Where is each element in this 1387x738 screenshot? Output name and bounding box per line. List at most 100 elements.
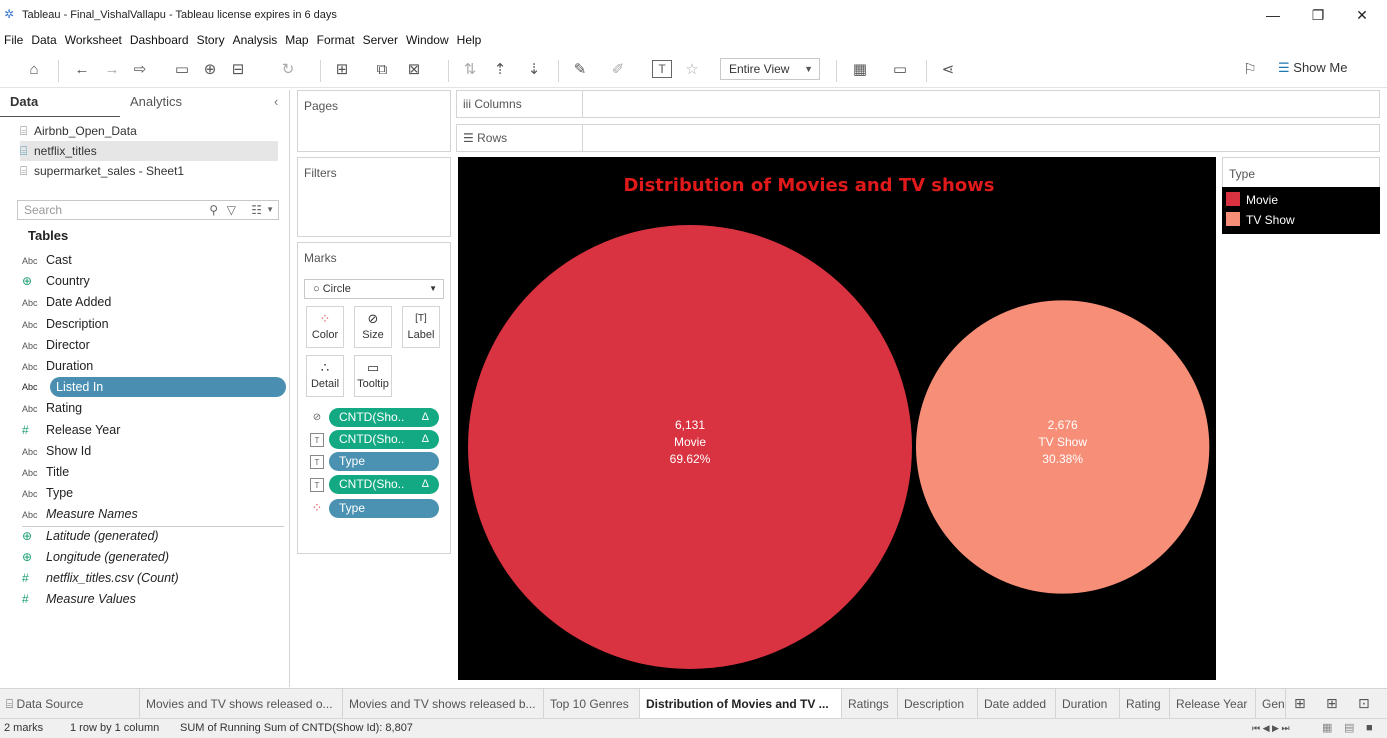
menu-analysis[interactable]: Analysis xyxy=(229,30,282,50)
menu-map[interactable]: Map xyxy=(281,30,312,50)
pin-icon[interactable]: ☆ xyxy=(682,60,702,80)
tab-sheet[interactable]: Duration xyxy=(1056,689,1120,719)
sort-ascending-icon[interactable]: ⇡ xyxy=(490,60,510,80)
viz-canvas[interactable]: Distribution of Movies and TV shows 6,13… xyxy=(458,157,1216,680)
menu-data[interactable]: Data xyxy=(27,30,60,50)
field-item-selected[interactable]: Listed In xyxy=(50,377,286,398)
field-item[interactable]: Abc Measure Names xyxy=(22,504,138,524)
menu-format[interactable]: Format xyxy=(313,30,359,50)
tooltip-button[interactable]: ▭ Tooltip xyxy=(354,355,392,397)
tab-sheet[interactable]: Date added xyxy=(978,689,1056,719)
new-worksheet-icon[interactable]: ⊞ xyxy=(1294,695,1306,712)
refresh-icon[interactable]: ↻ xyxy=(278,60,298,80)
tab-analytics[interactable]: Analytics xyxy=(130,94,182,109)
columns-drop-zone[interactable] xyxy=(582,91,1379,117)
size-button[interactable]: ⊘ Size xyxy=(354,306,392,348)
mark-type-dropdown[interactable]: ○ Circle ▼ xyxy=(304,279,444,299)
field-item[interactable]: Abc Title xyxy=(22,462,69,482)
fit-dropdown[interactable]: Entire View ▼ xyxy=(720,58,820,80)
show-filmstrip-icon[interactable]: ▤ xyxy=(1344,719,1354,738)
rows-shelf[interactable]: ☰ Rows xyxy=(456,124,1380,152)
pause-updates-icon[interactable]: ⊟ xyxy=(228,60,248,80)
swap-icon[interactable]: ⇅ xyxy=(460,60,480,80)
field-item[interactable]: ⊕ Longitude (generated) xyxy=(22,547,169,567)
menu-server[interactable]: Server xyxy=(359,30,402,50)
share-icon[interactable]: ⋖ xyxy=(938,60,958,80)
back-icon[interactable]: ← xyxy=(72,60,92,80)
show-me-button[interactable]: ☰ Show Me xyxy=(1278,60,1347,76)
menu-dashboard[interactable]: Dashboard xyxy=(126,30,193,50)
pill-label-cntd[interactable]: CNTD(Sho.. Δ xyxy=(329,430,439,449)
field-item[interactable]: # Release Year xyxy=(22,420,120,440)
minimize-button[interactable]: — xyxy=(1253,4,1293,26)
sort-descending-icon[interactable]: ⇣ xyxy=(524,60,544,80)
search-icon[interactable]: ⚲ xyxy=(209,201,218,219)
new-worksheet-icon[interactable]: ⊞ xyxy=(332,60,352,80)
color-button[interactable]: ⁘ Color xyxy=(306,306,344,348)
field-item[interactable]: Abc Type xyxy=(22,483,73,503)
close-button[interactable]: ✕ xyxy=(1342,4,1382,26)
field-item[interactable]: # Measure Values xyxy=(22,589,136,609)
datasource-item[interactable]: ⌸ Airbnb_Open_Data xyxy=(20,121,137,141)
show-labels-icon[interactable]: T xyxy=(652,60,672,78)
label-button[interactable]: [T] Label xyxy=(402,306,440,348)
show-tabs-icon[interactable]: ■ xyxy=(1366,719,1373,738)
tab-sheet[interactable]: Rating xyxy=(1120,689,1170,719)
menu-story[interactable]: Story xyxy=(193,30,229,50)
pill-color-type[interactable]: Type xyxy=(329,499,439,518)
duplicate-sheet-icon[interactable]: ⧉ xyxy=(372,60,392,80)
clear-sheet-icon[interactable]: ⊠ xyxy=(404,60,424,80)
home-icon[interactable]: ⌂ xyxy=(24,60,44,80)
field-item[interactable]: Abc Date Added xyxy=(22,292,111,312)
field-item[interactable]: # netflix_titles.csv (Count) xyxy=(22,568,179,588)
tab-sheet[interactable]: Movies and TV shows released b... xyxy=(343,689,544,719)
tab-sheet[interactable]: Description xyxy=(898,689,978,719)
restore-button[interactable]: ❐ xyxy=(1298,4,1338,26)
new-dashboard-icon[interactable]: ⊞ xyxy=(1326,695,1338,712)
chevron-down-icon[interactable]: ▼ xyxy=(266,201,274,219)
pages-card[interactable]: Pages xyxy=(297,90,451,152)
field-item[interactable]: ⊕ Country xyxy=(22,271,90,291)
view-options-icon[interactable]: ☷ xyxy=(251,201,262,219)
new-datasource-icon[interactable]: ▭ xyxy=(172,60,192,80)
legend-item-tvshow[interactable]: TV Show xyxy=(1226,211,1295,229)
field-item[interactable]: ⊕ Latitude (generated) xyxy=(22,526,159,546)
presentation-icon[interactable]: ▭ xyxy=(890,60,910,80)
collapse-pane-icon[interactable]: ‹ xyxy=(274,94,278,109)
add-datasource-icon[interactable]: ⊕ xyxy=(200,60,220,80)
field-item[interactable]: Abc Show Id xyxy=(22,441,91,461)
pill-label-type[interactable]: Type xyxy=(329,452,439,471)
datasource-item[interactable]: ⌸ supermarket_sales - Sheet1 xyxy=(20,161,184,181)
menu-worksheet[interactable]: Worksheet xyxy=(61,30,126,50)
show-sheet-sorter-icon[interactable]: ▦ xyxy=(1322,719,1332,738)
tab-sheet[interactable]: Gen xyxy=(1256,689,1286,719)
filters-card[interactable]: Filters xyxy=(297,157,451,237)
filter-icon[interactable]: ▽ xyxy=(227,201,236,219)
sheet-nav-icons[interactable]: ⏮ ◀ ▶ ⏭ xyxy=(1252,719,1290,738)
tab-sheet[interactable]: Movies and TV shows released o... xyxy=(140,689,343,719)
field-item[interactable]: Abc Cast xyxy=(22,250,72,270)
tab-sheet[interactable]: Ratings xyxy=(842,689,898,719)
tab-data-source[interactable]: ⌸ Data Source xyxy=(0,689,140,719)
signpost-icon[interactable]: ⚐ xyxy=(1240,60,1260,80)
menu-file[interactable]: File xyxy=(0,30,27,50)
pill-size-cntd[interactable]: CNTD(Sho.. Δ xyxy=(329,408,439,427)
cards-icon[interactable]: ▦ xyxy=(850,60,870,80)
legend-item-movie[interactable]: Movie xyxy=(1226,191,1278,209)
tab-sheet[interactable]: Top 10 Genres xyxy=(544,689,640,719)
rows-drop-zone[interactable] xyxy=(582,125,1379,151)
tab-sheet[interactable]: Release Year xyxy=(1170,689,1256,719)
columns-shelf[interactable]: iii Columns xyxy=(456,90,1380,118)
tab-data[interactable]: Data xyxy=(10,94,38,109)
search-input[interactable]: Search ⚲ ▽ ☷ ▼ xyxy=(17,200,279,220)
highlight-icon[interactable]: ✎ xyxy=(570,60,590,80)
forward-icon[interactable]: → xyxy=(102,60,122,80)
detail-button[interactable]: ∴ Detail xyxy=(306,355,344,397)
group-icon[interactable]: ✐ xyxy=(608,60,628,80)
menu-help[interactable]: Help xyxy=(453,30,486,50)
datasource-item-selected[interactable]: ⌸ netflix_titles xyxy=(20,141,278,161)
new-story-icon[interactable]: ⊡ xyxy=(1358,695,1370,712)
pill-label-cntd-2[interactable]: CNTD(Sho.. Δ xyxy=(329,475,439,494)
field-item[interactable]: Abc Description xyxy=(22,314,109,334)
menu-window[interactable]: Window xyxy=(402,30,453,50)
